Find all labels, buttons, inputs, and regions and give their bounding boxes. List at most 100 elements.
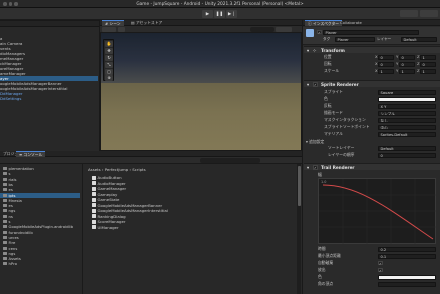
trail-renderer-row: 角の頂点 [304, 281, 440, 287]
pause-button[interactable]: ❚❚ [214, 10, 225, 18]
folder-icon [3, 262, 7, 266]
draw-mode-dropdown[interactable] [102, 27, 116, 32]
color-swatch[interactable] [378, 96, 436, 102]
project-scrollbar[interactable] [297, 164, 301, 294]
play-button[interactable]: ▶ [202, 10, 213, 18]
project-search[interactable] [200, 158, 260, 163]
layers-dropdown[interactable] [400, 10, 418, 17]
folder-icon [3, 246, 7, 250]
folder-icon [3, 167, 7, 170]
folder-icon [3, 225, 7, 229]
play-icon: ▶ [205, 11, 210, 17]
script-file-label: AudioButton [97, 175, 122, 180]
script-file-label: GoogleMobileAdsManagerInterstitial [97, 208, 168, 213]
project-divider[interactable] [82, 164, 83, 294]
gizmos-dropdown[interactable] [276, 27, 292, 32]
width-curve-editor[interactable]: 1.0 [318, 178, 437, 245]
tag-dropdown[interactable]: Player [335, 37, 375, 42]
transform-y-field[interactable]: 0 [399, 61, 415, 67]
trail-renderer-field[interactable]: 0.2 [378, 246, 436, 252]
layer-dropdown[interactable]: Default [401, 37, 437, 42]
tab-inspector-label: インスペクター [313, 21, 340, 26]
transform-header[interactable]: ▾ ⊹ Transform [304, 46, 440, 53]
object-header: ✓ Player タグ Player レイヤー Default [303, 27, 440, 45]
transform-x-field[interactable]: 1 [378, 68, 394, 74]
script-file-icon [92, 214, 96, 218]
sprite-renderer-header[interactable]: ▾ ✓ Sprite Renderer [304, 80, 440, 87]
folder-icon [3, 198, 7, 202]
project-folder-label: rials [8, 176, 17, 182]
object-active-checkbox[interactable]: ✓ [317, 29, 322, 34]
project-folder-label: urces [8, 234, 19, 240]
hand-tool[interactable]: ✋ [105, 41, 113, 47]
axis-label-y: Y [396, 68, 399, 73]
trail-renderer-enabled-checkbox[interactable]: ✓ [313, 165, 318, 170]
sprite-renderer-enabled-checkbox[interactable]: ✓ [313, 82, 318, 87]
trail-renderer-row: 自動破棄 ✓ [304, 260, 440, 266]
scale-icon: ⤡ [107, 62, 111, 67]
script-file-label: ScoreManager [97, 219, 126, 224]
trail-renderer-checkbox[interactable]: ✓ [378, 267, 383, 273]
sprite-renderer-field[interactable]: なし [378, 117, 436, 123]
sprite-renderer-field[interactable]: シンプル [378, 110, 436, 116]
hierarchy-item[interactable]: DdSettings [0, 96, 98, 101]
transform-x-field[interactable]: 0 [378, 61, 394, 67]
transform-z-field[interactable]: 1 [420, 68, 436, 74]
scene-ground [101, 83, 301, 150]
project-folder-label: s [8, 219, 11, 224]
title-bar: Game - JumpSquare - Android - Unity 2021… [0, 0, 440, 8]
breadcrumb: Assets › PerfectJump › Scripts [88, 167, 146, 172]
project-folder-item[interactable]: hPro [0, 261, 80, 266]
trail-renderer-field[interactable] [378, 281, 436, 287]
trail-renderer-field[interactable]: 0.1 [378, 253, 436, 259]
sprite-renderer-row: マスクインタラクション なし [304, 117, 440, 123]
tab-collaborate[interactable]: Collaborate [337, 20, 365, 26]
transform-y-field[interactable]: 0 [399, 54, 415, 60]
2d-toggle[interactable] [118, 27, 125, 32]
object-name-field[interactable]: Player [323, 29, 419, 35]
transform-tool[interactable]: ⊕ [105, 75, 113, 81]
folder-icon [3, 230, 7, 234]
script-file-label: GoogleMobileAdsManagerBanner [97, 202, 163, 208]
scene-view[interactable] [101, 33, 301, 150]
transform-z-field[interactable]: 0 [420, 61, 436, 67]
breadcrumb-perfectjump[interactable]: PerfectJump [105, 167, 129, 172]
script-file-item[interactable]: UIManager [92, 225, 119, 231]
script-file-icon [92, 175, 96, 180]
additional-settings-row: レイヤーの順序 0 [304, 152, 440, 158]
move-tool[interactable]: ✥ [105, 48, 113, 54]
project-folder-label: ngs [8, 250, 16, 256]
sprite-renderer-row-label: マスクインタラクション [324, 117, 366, 122]
asset-store-icon: ▤ [131, 20, 135, 25]
transform-z-field[interactable]: 1 [420, 54, 436, 60]
trail-color-gradient[interactable] [378, 274, 436, 280]
trail-renderer-row: 最小頂点距離 0.1 [304, 253, 440, 259]
inspector-tabbar: ⓘ インスペクター Collaborate [303, 20, 440, 26]
project-folder-label: Fire [8, 240, 16, 246]
width-curve[interactable] [319, 179, 437, 245]
sprite-renderer-field[interactable]: Square [378, 89, 436, 95]
breadcrumb-scripts[interactable]: Scripts [132, 167, 145, 172]
transform-row: 位置 X 0 Y 0 Z 1 [304, 54, 440, 60]
project-scrollbar-thumb[interactable] [297, 166, 301, 206]
trail-renderer-header[interactable]: ▾ ✓ Trail Renderer [304, 163, 440, 170]
transform-x-field[interactable]: 0 [378, 54, 394, 60]
transform-y-field[interactable]: 1 [399, 68, 415, 74]
scene-search[interactable] [250, 27, 274, 32]
additional-settings-field[interactable]: 0 [378, 152, 436, 158]
sprite-renderer-field[interactable]: Sprites-Default [378, 131, 436, 137]
sprite-renderer-field[interactable]: 中心 [378, 124, 436, 130]
trail-renderer-checkbox[interactable]: ✓ [378, 260, 383, 266]
rotate-tool[interactable]: ↻ [105, 55, 113, 61]
sprite-renderer-field[interactable]: X Y [378, 103, 436, 109]
tab-asset-store-label: アセットストア [135, 20, 163, 25]
sprite-renderer-row-label: マテリアル [324, 131, 343, 136]
additional-settings-foldout[interactable]: ▾ 追加設定 [306, 139, 324, 145]
folder-icon [3, 204, 7, 208]
additional-settings-field[interactable]: Default [378, 145, 436, 151]
project-folder-label: cens [8, 245, 18, 251]
layout-dropdown[interactable] [420, 10, 438, 17]
step-button[interactable]: ▶❘ [226, 10, 237, 18]
breadcrumb-assets[interactable]: Assets [88, 167, 101, 172]
scale-tool[interactable]: ⤡ [105, 62, 113, 68]
